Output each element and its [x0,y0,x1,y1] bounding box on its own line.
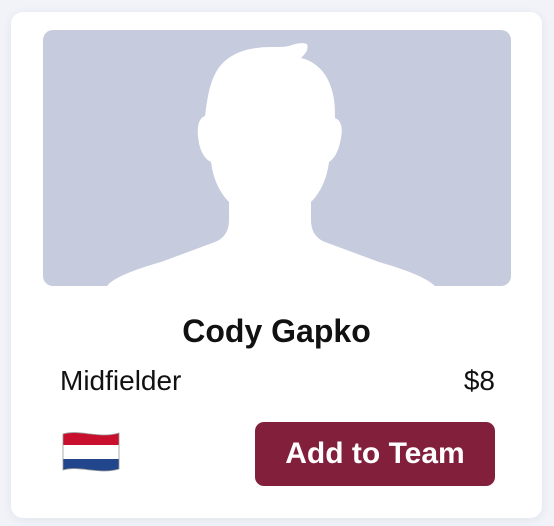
player-name: Cody Gapko [182,313,371,349]
player-photo [43,30,511,286]
netherlands-flag-icon [59,428,123,476]
add-to-team-button[interactable]: Add to Team [255,422,495,486]
player-card: Cody Gapko Midfielder $8 Add to Team [11,12,542,518]
placeholder-avatar-icon [107,43,435,286]
player-price: $8 [463,365,495,396]
player-position: Midfielder [60,365,182,396]
